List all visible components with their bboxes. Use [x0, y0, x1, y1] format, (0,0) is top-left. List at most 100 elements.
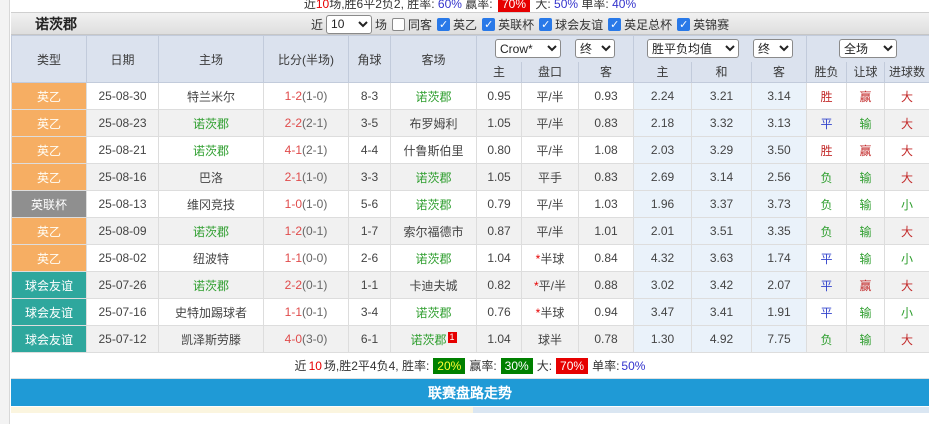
handicap-cell: *半球	[522, 245, 579, 272]
away-team-cell[interactable]: 诺茨郡	[391, 191, 477, 218]
team-header-bar: 诺茨郡 近 10 场 同客 英乙 英联杯 球会友谊	[11, 13, 929, 35]
handicap: 平/半	[536, 225, 563, 239]
col-header-away: 客场	[391, 36, 477, 83]
away-team-cell[interactable]: 诺茨郡	[391, 83, 477, 110]
avg-away: 2.56	[752, 164, 807, 191]
league-filter-league2[interactable]: 英乙	[435, 16, 477, 33]
same-away-filter[interactable]: 同客	[390, 16, 432, 33]
table-row: 英乙 25-08-02 纽波特 1-1(0-0) 2-6 诺茨郡 1.04 *半…	[12, 245, 929, 272]
avg-away: 1.74	[752, 245, 807, 272]
result-handicap: 输	[847, 299, 885, 326]
result-handicap: 输	[847, 191, 885, 218]
result-goals: 小	[885, 245, 929, 272]
away-team-cell[interactable]: 诺茨郡	[391, 299, 477, 326]
away-team[interactable]: 诺茨郡	[415, 171, 451, 185]
odds-company-select[interactable]: Crow*	[495, 39, 561, 58]
away-team[interactable]: 诺茨郡	[415, 306, 451, 320]
home-team[interactable]: 特兰米尔	[159, 83, 264, 110]
same-away-checkbox[interactable]	[392, 18, 405, 31]
odds-home: 0.95	[477, 83, 522, 110]
full-score: 1-0	[285, 197, 302, 211]
corner-score: 1-7	[349, 218, 391, 245]
table-row: 英乙 25-08-16 巴洛 2-1(1-0) 3-3 诺茨郡 1.05 平手 …	[12, 164, 929, 191]
home-team[interactable]: 巴洛	[159, 164, 264, 191]
full-score: 1-2	[285, 224, 302, 238]
corner-score: 8-3	[349, 83, 391, 110]
result-goals: 大	[885, 326, 929, 353]
away-team[interactable]: 布罗姆利	[409, 117, 457, 131]
corner-score: 2-6	[349, 245, 391, 272]
avg-time-select[interactable]: 终	[753, 39, 793, 58]
handicap-cell: 平/半	[522, 218, 579, 245]
unit-label: 场	[375, 16, 387, 33]
odds-away: 0.93	[579, 83, 634, 110]
match-count-select[interactable]: 10	[326, 15, 372, 34]
away-team-cell[interactable]: 诺茨郡1	[391, 326, 477, 353]
corner-score: 5-6	[349, 191, 391, 218]
league2-checkbox[interactable]	[437, 18, 450, 31]
league-filter-efl-cup[interactable]: 英联杯	[480, 16, 534, 33]
type-badge: 英乙	[12, 218, 87, 245]
avg-away: 3.14	[752, 83, 807, 110]
home-team[interactable]: 维冈竞技	[159, 191, 264, 218]
avg-away: 7.75	[752, 326, 807, 353]
home-team[interactable]: 纽波特	[159, 245, 264, 272]
col-header-odds-home: 主	[477, 62, 522, 83]
away-team-cell[interactable]: 布罗姆利	[391, 110, 477, 137]
league-filter-friendly[interactable]: 球会友谊	[537, 16, 603, 33]
home-team[interactable]: 诺茨郡	[159, 110, 264, 137]
away-team[interactable]: 诺茨郡	[415, 90, 451, 104]
home-team[interactable]: 凯泽斯劳滕	[159, 326, 264, 353]
away-team-cell[interactable]: 什鲁斯伯里	[391, 137, 477, 164]
away-team[interactable]: 诺茨郡	[415, 252, 451, 266]
half-score: (1-0)	[302, 197, 327, 211]
result-goals: 大	[885, 272, 929, 299]
win-rate-badge: 20%	[433, 358, 465, 374]
next-section-right-cell	[473, 407, 929, 413]
home-team[interactable]: 诺茨郡	[159, 218, 264, 245]
league-filter-efl-trophy[interactable]: 英锦赛	[675, 16, 729, 33]
efl-cup-checkbox[interactable]	[482, 18, 495, 31]
league-filter-fa-cup[interactable]: 英足总杯	[606, 16, 672, 33]
efl-trophy-checkbox[interactable]	[677, 18, 690, 31]
odds-home: 0.79	[477, 191, 522, 218]
avg-away: 3.50	[752, 137, 807, 164]
score-cell: 2-1(1-0)	[264, 164, 349, 191]
scope-select[interactable]: 全场	[839, 39, 897, 58]
fa-cup-checkbox[interactable]	[608, 18, 621, 31]
result-handicap: 赢	[847, 137, 885, 164]
friendly-checkbox[interactable]	[539, 18, 552, 31]
away-team[interactable]: 什鲁斯伯里	[403, 144, 463, 158]
home-team[interactable]: 诺茨郡	[159, 137, 264, 164]
col-header-odds-away: 客	[579, 62, 634, 83]
avg-draw: 3.51	[692, 218, 752, 245]
away-team-cell[interactable]: 卡迪夫城	[391, 272, 477, 299]
away-team-cell[interactable]: 诺茨郡	[391, 164, 477, 191]
away-team[interactable]: 卡迪夫城	[409, 279, 457, 293]
home-team[interactable]: 史特加踢球者	[159, 299, 264, 326]
odds-away: 0.94	[579, 299, 634, 326]
avg-type-select[interactable]: 胜平负均值	[647, 39, 739, 58]
avg-draw: 3.14	[692, 164, 752, 191]
table-row: 英乙 25-08-30 特兰米尔 1-2(1-0) 8-3 诺茨郡 0.95 平…	[12, 83, 929, 110]
odds-away: 0.78	[579, 326, 634, 353]
corner-score: 6-1	[349, 326, 391, 353]
away-team[interactable]: 诺茨郡	[415, 198, 451, 212]
result-wdl: 平	[807, 299, 847, 326]
type-badge: 英乙	[12, 110, 87, 137]
odds-away: 1.08	[579, 137, 634, 164]
away-team-cell[interactable]: 索尔福德市	[391, 218, 477, 245]
match-date: 25-08-13	[87, 191, 159, 218]
next-section-partial	[11, 406, 929, 413]
odds-time-select[interactable]: 终	[575, 39, 615, 58]
away-team-cell[interactable]: 诺茨郡	[391, 245, 477, 272]
home-team[interactable]: 诺茨郡	[159, 272, 264, 299]
odds-home: 1.05	[477, 164, 522, 191]
match-date: 25-07-12	[87, 326, 159, 353]
result-handicap: 赢	[847, 272, 885, 299]
score-cell: 1-2(1-0)	[264, 83, 349, 110]
away-team[interactable]: 索尔福德市	[403, 225, 463, 239]
next-section-left-cell	[11, 407, 473, 413]
away-team[interactable]: 诺茨郡	[410, 333, 446, 347]
odds-home: 0.82	[477, 272, 522, 299]
